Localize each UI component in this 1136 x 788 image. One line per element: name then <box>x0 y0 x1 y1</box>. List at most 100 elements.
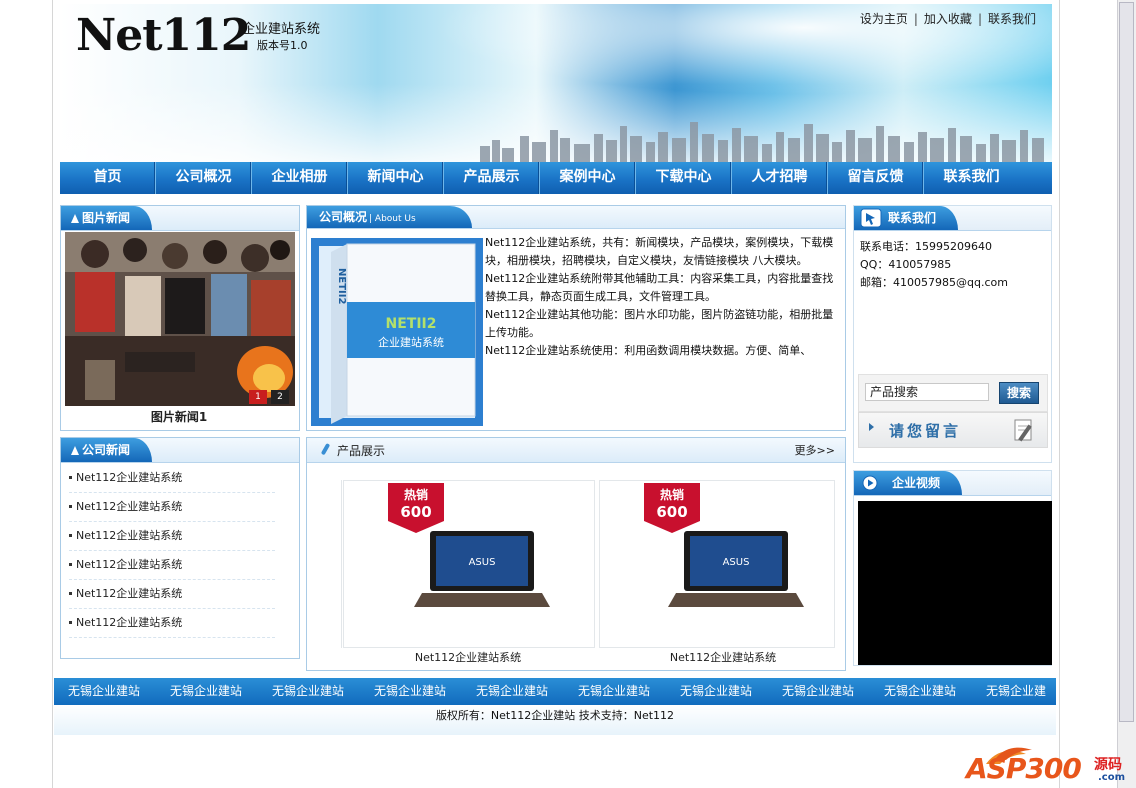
nav-feedback[interactable]: 留言反馈 <box>827 162 923 194</box>
slide-button-2[interactable]: 2 <box>271 390 289 404</box>
product-card[interactable]: 热销 600 ASUS <box>599 480 835 648</box>
news-list-item[interactable]: Net112企业建站系统 <box>69 609 275 638</box>
watermark-logo: ASP300 <box>966 752 1082 785</box>
nav-cases[interactable]: 案例中心 <box>539 162 635 194</box>
about-paragraph: Net112企业建站系统，共有：新闻模块，产品模块，案例模块，下载模块，相册模块… <box>485 236 834 267</box>
leave-message-label: 请您留言 <box>889 422 962 440</box>
top-links: 设为主页 | 加入收藏 | 联系我们 <box>860 10 1036 27</box>
site-header-banner: Net112 企业建站系统 版本号1.0 设为主页 | 加入收藏 | 联系我们 <box>60 4 1052 162</box>
footer-link[interactable]: 无锡企业建站 <box>272 678 344 705</box>
version-label: 版本号1.0 <box>257 39 308 52</box>
contact-qq: QQ：410057985 <box>860 258 952 271</box>
nav-contact[interactable]: 联系我们 <box>923 162 1019 194</box>
panel-title-bar: 公司新闻 <box>61 438 299 463</box>
video-panel: 企业视频 <box>853 470 1052 666</box>
box-text: 企业建站系统 <box>378 335 444 349</box>
footer-links-bar: 无锡企业建站 无锡企业建站 无锡企业建站 无锡企业建站 无锡企业建站 无锡企业建… <box>54 678 1056 705</box>
news-list-item[interactable]: Net112企业建站系统 <box>69 522 275 551</box>
news-list-item[interactable]: Net112企业建站系统 <box>69 493 275 522</box>
set-homepage-link[interactable]: 设为主页 <box>860 12 908 26</box>
nav-company[interactable]: 公司概况 <box>155 162 251 194</box>
product-search-input[interactable] <box>865 383 989 401</box>
site-name: 企业建站系统 <box>242 22 321 37</box>
news-list-item[interactable]: Net112企业建站系统 <box>69 464 275 493</box>
panel-tab: 公司新闻 <box>61 438 153 462</box>
product-name[interactable]: Net112企业建站系统 <box>607 649 839 665</box>
footer-link[interactable]: 无锡企业建站 <box>782 678 854 705</box>
hot-badge-number: 600 <box>656 503 687 521</box>
news-photo[interactable]: 1 2 <box>65 232 295 406</box>
footer-link[interactable]: 无锡企业建站 <box>374 678 446 705</box>
nav-news[interactable]: 新闻中心 <box>347 162 443 194</box>
more-link[interactable]: 更多>> <box>795 442 835 458</box>
panel-title-bar: 图片新闻 <box>61 206 299 231</box>
software-box-graphic: NETII2 企业建站系统 NETII2 <box>311 238 483 426</box>
footer-link[interactable]: 无锡企业建站 <box>476 678 548 705</box>
footer-link[interactable]: 无锡企业建站 <box>170 678 242 705</box>
product-card-prev-edge <box>341 480 342 648</box>
product-box-image[interactable]: NETII2 企业建站系统 NETII2 <box>311 238 483 426</box>
laptop-brand: ASUS <box>723 557 750 568</box>
contact-email: 邮箱：410057985@qq.com <box>860 276 1008 289</box>
footer-link[interactable]: 无锡企业建站 <box>680 678 752 705</box>
play-icon <box>862 475 878 491</box>
video-title: 企业视频 <box>892 476 941 490</box>
notepad-pen-icon <box>1014 419 1032 442</box>
company-news-title: 公司新闻 <box>82 443 131 457</box>
hot-badge-label: 热销 <box>660 487 684 502</box>
about-paragraph: Net112企业建站系统使用：利用函数调用模块数据。方便、简单、 <box>485 344 812 357</box>
panel-tab: 图片新闻 <box>61 206 153 230</box>
footer-link[interactable]: 无锡企业建站 <box>578 678 650 705</box>
scrollbar-thumb[interactable] <box>1119 2 1134 722</box>
news-list-item[interactable]: Net112企业建站系统 <box>69 580 275 609</box>
laptop-product-image: 热销 600 ASUS <box>644 483 804 607</box>
arrow-icon <box>869 423 874 431</box>
watermark-domain: .com <box>1098 772 1126 783</box>
panel-title-bar: 联系我们 <box>854 206 1051 231</box>
search-box: 搜索 <box>858 374 1048 412</box>
about-paragraph: Net112企业建站其他功能：图片水印功能，图片防盗链功能，相册批量上传功能。 <box>485 308 834 339</box>
city-skyline-image <box>480 122 1044 162</box>
slide-button-1[interactable]: 1 <box>249 390 267 404</box>
search-button[interactable]: 搜索 <box>999 382 1039 404</box>
watermark-source: 源码 <box>1094 757 1122 773</box>
site-logo[interactable]: Net112 <box>76 10 251 61</box>
photo-caption[interactable]: 图片新闻1 <box>61 408 297 425</box>
divider: | <box>977 12 982 26</box>
footer-link[interactable]: 无锡企业建站 <box>884 678 956 705</box>
contact-phone: 联系电话：15995209640 <box>860 240 992 253</box>
product-card[interactable]: 热销 600 ASUS <box>343 480 595 648</box>
leave-message-button[interactable]: 请您留言 <box>858 412 1048 448</box>
nav-album[interactable]: 企业相册 <box>251 162 347 194</box>
panel-title-bar: 公司概况 | About Us <box>307 206 845 229</box>
triangle-icon <box>71 214 79 223</box>
products-title: 产品展示 <box>337 444 386 458</box>
photo-news-panel: 图片新闻 1 2 图片新闻1 <box>60 205 300 431</box>
products-panel: 产品展示 更多>> 热销 600 ASUS Net112企业建站系统 热销 60… <box>306 437 846 671</box>
contact-title: 联系我们 <box>888 211 937 225</box>
contact-us-link[interactable]: 联系我们 <box>988 12 1036 26</box>
hot-badge-number: 600 <box>400 503 431 521</box>
contact-icon <box>860 208 882 228</box>
about-title: 公司概况 <box>319 210 368 224</box>
nav-home[interactable]: 首页 <box>60 162 155 194</box>
video-player[interactable] <box>858 501 1052 665</box>
news-list-item[interactable]: Net112企业建站系统 <box>69 551 275 580</box>
footer-link[interactable]: 无锡企业建站 <box>68 678 140 705</box>
laptop-product-image: 热销 600 ASUS <box>388 483 550 607</box>
copyright-text: 版权所有：Net112企业建站 技术支持：Net112 <box>435 709 675 722</box>
box-brand: NETII2 <box>386 316 437 332</box>
add-favorite-link[interactable]: 加入收藏 <box>924 12 972 26</box>
hot-badge-label: 热销 <box>404 487 428 502</box>
panel-title-bar: 企业视频 <box>854 471 1051 496</box>
product-name[interactable]: Net112企业建站系统 <box>343 649 593 665</box>
nav-downloads[interactable]: 下载中心 <box>635 162 731 194</box>
photo-news-title: 图片新闻 <box>82 211 131 225</box>
company-news-panel: 公司新闻 Net112企业建站系统 Net112企业建站系统 Net112企业建… <box>60 437 300 659</box>
footer-link[interactable]: 无锡企业建 <box>986 678 1046 705</box>
about-paragraph: Net112企业建站系统附带其他辅助工具：内容采集工具，内容批量查找替换工具，静… <box>485 272 834 303</box>
contact-panel: 联系我们 联系电话：15995209640 QQ：410057985 邮箱：41… <box>853 205 1052 463</box>
laptop-brand: ASUS <box>469 557 496 568</box>
nav-jobs[interactable]: 人才招聘 <box>731 162 827 194</box>
nav-products[interactable]: 产品展示 <box>443 162 539 194</box>
